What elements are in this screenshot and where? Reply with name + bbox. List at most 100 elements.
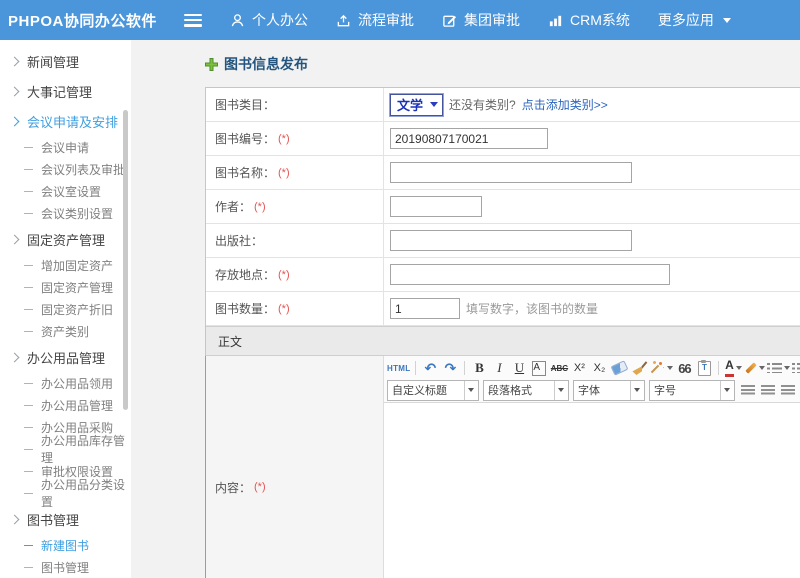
topnav-item-workflow-approval[interactable]: 流程审批 [336, 10, 414, 30]
add-category-link[interactable]: 点击添加类别>> [522, 96, 608, 113]
form-row-quantity: 图书数量： (*) 填写数字，该图书的数量 [206, 292, 800, 326]
name-input[interactable] [390, 162, 632, 183]
sidebar-group-office-supplies[interactable]: 办公用品管理 [0, 342, 131, 372]
editor-font-family-dropdown[interactable]: 字体 [573, 380, 645, 401]
chevron-right-icon [10, 86, 20, 96]
quantity-note: 填写数字，该图书的数量 [466, 300, 598, 317]
editor-blockquote-button[interactable]: 66 [675, 359, 693, 377]
sidebar-item-supplies-requisition[interactable]: 办公用品领用 [0, 372, 131, 394]
caret-down-icon [468, 388, 474, 392]
sidebar-item-asset-category[interactable]: 资产类别 [0, 320, 131, 342]
dash-bullet-icon [24, 545, 33, 546]
sidebar-item-supplies-category-settings[interactable]: 办公用品分类设置 [0, 482, 131, 504]
sidebar-item-label: 图书管理 [41, 559, 89, 576]
content-label: 内容： [215, 479, 251, 496]
editor-subscript-button[interactable]: X₂ [590, 359, 608, 377]
publisher-input[interactable] [390, 230, 632, 251]
editor-source-code-button[interactable]: HTML [387, 359, 410, 377]
underline-icon: U [515, 360, 524, 376]
editor-content-area[interactable] [384, 403, 800, 578]
caret-down-icon [558, 388, 564, 392]
sidebar-item-meeting-category-settings[interactable]: 会议类别设置 [0, 202, 131, 224]
sidebar-item-meeting-list-approval[interactable]: 会议列表及审批 [0, 158, 131, 180]
topbar-nav: 个人办公 流程审批 集团审批 CRM系统 更多应用 [202, 10, 731, 30]
sidebar-item-book-manage[interactable]: 图书管理 [0, 556, 131, 578]
topnav-item-more-apps[interactable]: 更多应用 [658, 10, 731, 30]
dash-bullet-icon [24, 567, 33, 568]
sidebar-item-fixed-asset-depreciation[interactable]: 固定资产折旧 [0, 298, 131, 320]
justify-right-icon [781, 385, 795, 396]
dash-bullet-icon [24, 405, 33, 406]
hamburger-menu-icon[interactable] [184, 14, 202, 27]
app-logo: PHPOA协同办公软件 [0, 10, 170, 31]
editor-text-border-button[interactable]: A [530, 359, 548, 377]
dash-bullet-icon [24, 383, 33, 384]
form-row-content: 内容： (*) HTML↶↷BIUAABCX²X₂66A 自定义标题段落格式字体… [205, 356, 800, 578]
sidebar-item-new-book[interactable]: 新建图书 [0, 534, 131, 556]
editor-justify-center-button[interactable] [759, 381, 777, 399]
editor-format-brush-button[interactable] [630, 359, 648, 377]
caret-down-icon [736, 366, 742, 370]
sidebar-group-meeting[interactable]: 会议申请及安排 [0, 106, 131, 136]
editor-justify-right-button[interactable] [779, 381, 797, 399]
quantity-input[interactable] [390, 298, 460, 319]
category-select[interactable]: 文学 [390, 94, 443, 116]
editor-undo-button[interactable]: ↶ [421, 359, 439, 377]
chart-icon [548, 13, 563, 28]
editor-paragraph-format-dropdown[interactable]: 段落格式 [483, 380, 569, 401]
topnav-item-crm-system[interactable]: CRM系统 [548, 10, 630, 30]
editor-font-size-dropdown[interactable]: 字号 [649, 380, 735, 401]
sidebar-item-add-fixed-asset[interactable]: 增加固定资产 [0, 254, 131, 276]
sidebar-item-meeting-room-settings[interactable]: 会议室设置 [0, 180, 131, 202]
sidebar-item-supplies-inventory[interactable]: 办公用品库存管理 [0, 438, 131, 460]
dropdown-arrow [464, 381, 476, 400]
editor-font-color-button[interactable]: A [724, 359, 742, 377]
sidebar-group-fixed-assets[interactable]: 固定资产管理 [0, 224, 131, 254]
editor-unordered-list-button[interactable] [792, 359, 800, 377]
required-marker: (*) [278, 167, 290, 179]
form-row-code: 图书编号： (*) [206, 122, 800, 156]
dash-bullet-icon [24, 493, 33, 494]
person-icon [230, 13, 245, 28]
dropdown-arrow [630, 381, 642, 400]
editor-underline-button[interactable]: U [510, 359, 528, 377]
sidebar-item-label: 增加固定资产 [41, 257, 113, 274]
editor-auto-typeset-button[interactable] [650, 359, 673, 377]
editor-highlight-color-button[interactable] [744, 359, 765, 377]
sidebar-item-label: 会议申请 [41, 139, 89, 156]
dropdown-arrow [720, 381, 732, 400]
blockquote-icon: 66 [678, 361, 690, 376]
sidebar-item-fixed-asset-manage[interactable]: 固定资产管理 [0, 276, 131, 298]
editor-italic-button[interactable]: I [490, 359, 508, 377]
editor-bold-button[interactable]: B [470, 359, 488, 377]
text-border-icon: A [532, 361, 546, 376]
sidebar-group-label: 大事记管理 [27, 82, 92, 101]
sidebar-scrollbar[interactable] [123, 110, 128, 410]
code-input[interactable] [390, 128, 548, 149]
required-marker: (*) [278, 269, 290, 281]
chevron-right-icon [10, 514, 20, 524]
author-input[interactable] [390, 196, 482, 217]
editor-redo-button[interactable]: ↷ [441, 359, 459, 377]
editor-justify-left-button[interactable] [739, 381, 757, 399]
sidebar-item-label: 会议类别设置 [41, 205, 113, 222]
topnav-item-personal-office[interactable]: 个人办公 [230, 10, 308, 30]
editor-paste-plain-text-button[interactable] [695, 359, 713, 377]
editor-strikethrough-button[interactable]: ABC [550, 359, 568, 377]
location-input[interactable] [390, 264, 670, 285]
sidebar-item-meeting-apply[interactable]: 会议申请 [0, 136, 131, 158]
editor-superscript-button[interactable]: X² [570, 359, 588, 377]
dropdown-label: 字号 [654, 382, 676, 398]
caret-down-icon [634, 388, 640, 392]
editor-ordered-list-button[interactable] [767, 359, 790, 377]
topnav-item-group-approval[interactable]: 集团审批 [442, 10, 520, 30]
form-row-name: 图书名称： (*) [206, 156, 800, 190]
editor-custom-title-dropdown[interactable]: 自定义标题 [387, 380, 479, 401]
toolbar-separator [415, 361, 416, 375]
unordered-list-icon [792, 362, 800, 374]
sidebar-group-news[interactable]: 新闻管理 [0, 46, 131, 76]
sidebar-item-supplies-manage[interactable]: 办公用品管理 [0, 394, 131, 416]
sidebar-group-memorabilia[interactable]: 大事记管理 [0, 76, 131, 106]
paste-plain-text-icon [698, 361, 711, 376]
editor-eraser-button[interactable] [610, 359, 628, 377]
